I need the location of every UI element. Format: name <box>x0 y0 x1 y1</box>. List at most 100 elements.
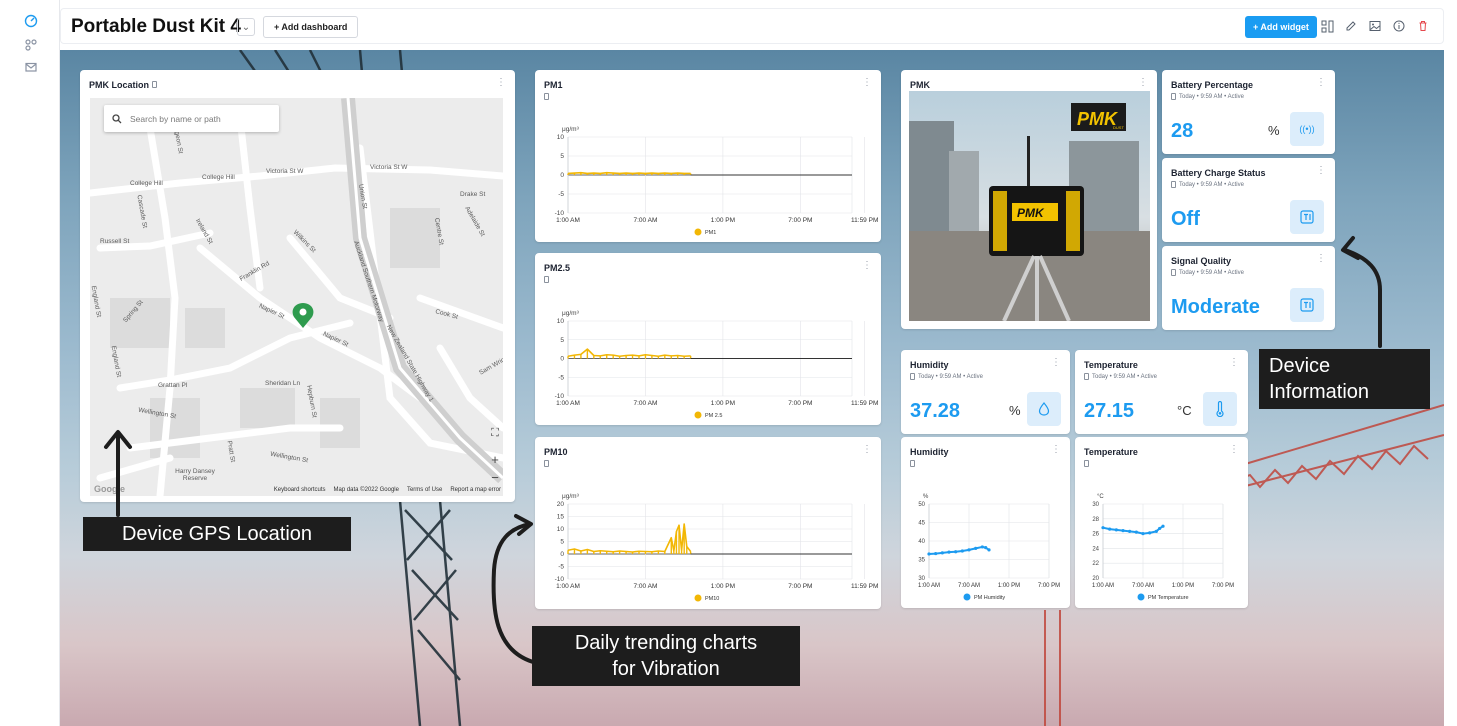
devices-icon[interactable] <box>22 36 40 54</box>
legend-swatch <box>694 228 702 236</box>
pm25-chart-card: PM2.5 ⋮ μg/m³ -10 -5 0 5 10 1:00 AM 7:00 AM 1:00… <box>535 253 881 425</box>
x-tick-label: 7:00 PM <box>1038 583 1060 589</box>
y-tick-label: 24 <box>1092 546 1099 552</box>
humidity-value-card: Humidity ⋮ Today • 9:59 AM • Active 37.2… <box>901 350 1070 434</box>
callout-gps-location: Device GPS Location <box>83 517 351 551</box>
map-footer: Keyboard shortcuts Map data ©2022 Google… <box>90 484 503 496</box>
x-tick-label: 11:59 PM <box>851 583 878 590</box>
y-tick-label: -10 <box>555 393 565 400</box>
x-tick-label: 7:00 AM <box>634 217 658 224</box>
mail-icon[interactable] <box>22 58 40 76</box>
series-point <box>1158 526 1162 531</box>
text-field-icon <box>1290 288 1324 322</box>
legend-label: PM Humidity <box>974 595 1005 601</box>
charge-value: Off <box>1171 208 1200 230</box>
x-tick-label: 1:00 AM <box>556 583 580 590</box>
legend-label: PM Temperature <box>1148 595 1189 601</box>
legend-label: PM1 <box>705 230 716 236</box>
map-roads <box>90 98 503 496</box>
left-rail <box>0 0 60 726</box>
y-tick-label: 0 <box>560 551 564 558</box>
battery-charge-card: Battery Charge Status ⋮ Today • 9:59 AM … <box>1162 158 1335 242</box>
humidity-unit: % <box>1009 403 1021 418</box>
card-title: Signal Quality <box>1171 256 1232 266</box>
x-tick-label: 7:00 AM <box>958 583 980 589</box>
kebab-menu-icon[interactable]: ⋮ <box>496 78 506 88</box>
layout-icon[interactable] <box>1319 18 1335 34</box>
series-point <box>1161 524 1165 528</box>
series-line <box>567 523 692 553</box>
pm10-line-chart: μg/m³ -10 -5 0 5 10 15 20 1:00 AM 7:00 AM 1:00 PM 7… <box>555 493 879 602</box>
add-widget-button[interactable]: + Add widget <box>1245 16 1317 38</box>
y-tick-label: 45 <box>918 521 925 527</box>
pm1-chart-card: PM1 ⋮ μg/m³ -10 -5 0 5 10 1:00 AM 7:00 AM 1:00 P… <box>535 70 881 242</box>
info-icon[interactable] <box>1391 18 1407 34</box>
legend-label: PM 2.5 <box>705 413 722 419</box>
kebab-menu-icon[interactable]: ⋮ <box>1229 358 1239 368</box>
y-tick-label: 30 <box>918 576 925 582</box>
report-error-link[interactable]: Report a map error <box>450 487 501 493</box>
y-tick-label: -5 <box>558 191 564 198</box>
y-tick-label: 26 <box>1092 532 1099 538</box>
axis-unit-label: μg/m³ <box>562 493 580 500</box>
street-label: Sheridan Ln <box>265 380 301 387</box>
thermometer-icon <box>1203 392 1237 426</box>
page-title: Portable Dust Kit 4 <box>71 16 241 37</box>
card-subtitle: Today • 9:59 AM • Active <box>1171 269 1244 276</box>
street-label: Victoria St W <box>370 164 408 171</box>
axis-unit-label: °C <box>1097 494 1104 500</box>
y-tick-label: -5 <box>558 564 564 571</box>
temperature-chart-card: Temperature ⋮ °C 20 22 24 26 28 30 1:00 AM 7:00 … <box>1075 437 1248 608</box>
map-search-input[interactable]: Search by name or path <box>104 105 279 132</box>
x-tick-label: 1:00 AM <box>556 400 580 407</box>
series-point <box>980 545 984 549</box>
street-label: College Hill <box>130 180 163 187</box>
temperature-value-card: Temperature ⋮ Today • 9:59 AM • Active 2… <box>1075 350 1248 434</box>
series-point <box>987 548 991 552</box>
series-line <box>1102 525 1164 535</box>
pmk-device-label: PMK <box>1017 206 1045 220</box>
keyboard-shortcuts-link[interactable]: Keyboard shortcuts <box>274 487 326 493</box>
y-tick-label: 20 <box>557 501 565 508</box>
street-label: Drake St <box>460 191 486 198</box>
x-tick-label: 7:00 PM <box>788 583 812 590</box>
edit-icon[interactable] <box>1343 18 1359 34</box>
street-label: Harry Dansey Reserve <box>175 468 215 482</box>
dashboard-icon[interactable] <box>22 12 40 30</box>
pm1-line-chart: μg/m³ -10 -5 0 5 10 1:00 AM 7:00 AM 1:00 PM 7:00 … <box>555 126 879 236</box>
kebab-menu-icon[interactable]: ⋮ <box>1138 78 1148 88</box>
zoom-in-button[interactable]: + <box>486 450 503 468</box>
card-title: Battery Charge Status <box>1171 168 1266 178</box>
series-point <box>1108 527 1112 531</box>
kebab-menu-icon[interactable]: ⋮ <box>1051 358 1061 368</box>
card-subtitle: Today • 9:59 AM • Active <box>1171 93 1244 100</box>
trash-icon[interactable] <box>1415 18 1431 34</box>
y-tick-label: 20 <box>1092 576 1099 582</box>
kebab-menu-icon[interactable]: ⋮ <box>1316 166 1326 176</box>
kebab-menu-icon[interactable]: ⋮ <box>1316 254 1326 264</box>
add-dashboard-button[interactable]: + Add dashboard <box>263 16 359 38</box>
kebab-menu-icon[interactable]: ⋮ <box>1316 78 1326 88</box>
image-icon[interactable] <box>1367 18 1383 34</box>
terms-link[interactable]: Terms of Use <box>407 487 442 493</box>
y-tick-label: 0 <box>560 356 564 363</box>
x-tick-label: 1:00 PM <box>711 217 735 224</box>
battery-percentage-card: Battery Percentage ⋮ Today • 9:59 AM • A… <box>1162 70 1335 154</box>
card-subtitle: Today • 9:59 AM • Active <box>910 373 983 380</box>
legend-swatch <box>1137 593 1145 601</box>
legend-swatch <box>694 411 702 419</box>
x-tick-label: 1:00 AM <box>918 583 940 589</box>
fullscreen-icon[interactable]: ⛶ <box>486 424 503 442</box>
series-point <box>960 549 964 553</box>
card-title: PMK <box>910 80 930 90</box>
chevron-down-icon[interactable]: ⌄ <box>237 18 255 36</box>
series-point <box>1128 529 1132 533</box>
series-point <box>1114 528 1118 532</box>
map-card: PMK Location ⋮ Victoria St W Victoria St… <box>80 70 515 502</box>
droplet-icon <box>1027 392 1061 426</box>
x-tick-label: 7:00 PM <box>1212 583 1234 589</box>
humidity-value: 37.28 <box>910 400 961 422</box>
y-tick-label: 35 <box>918 558 925 564</box>
map-view[interactable]: Victoria St W Victoria St W College Hill… <box>90 98 503 496</box>
axis-unit-label: μg/m³ <box>562 126 580 133</box>
